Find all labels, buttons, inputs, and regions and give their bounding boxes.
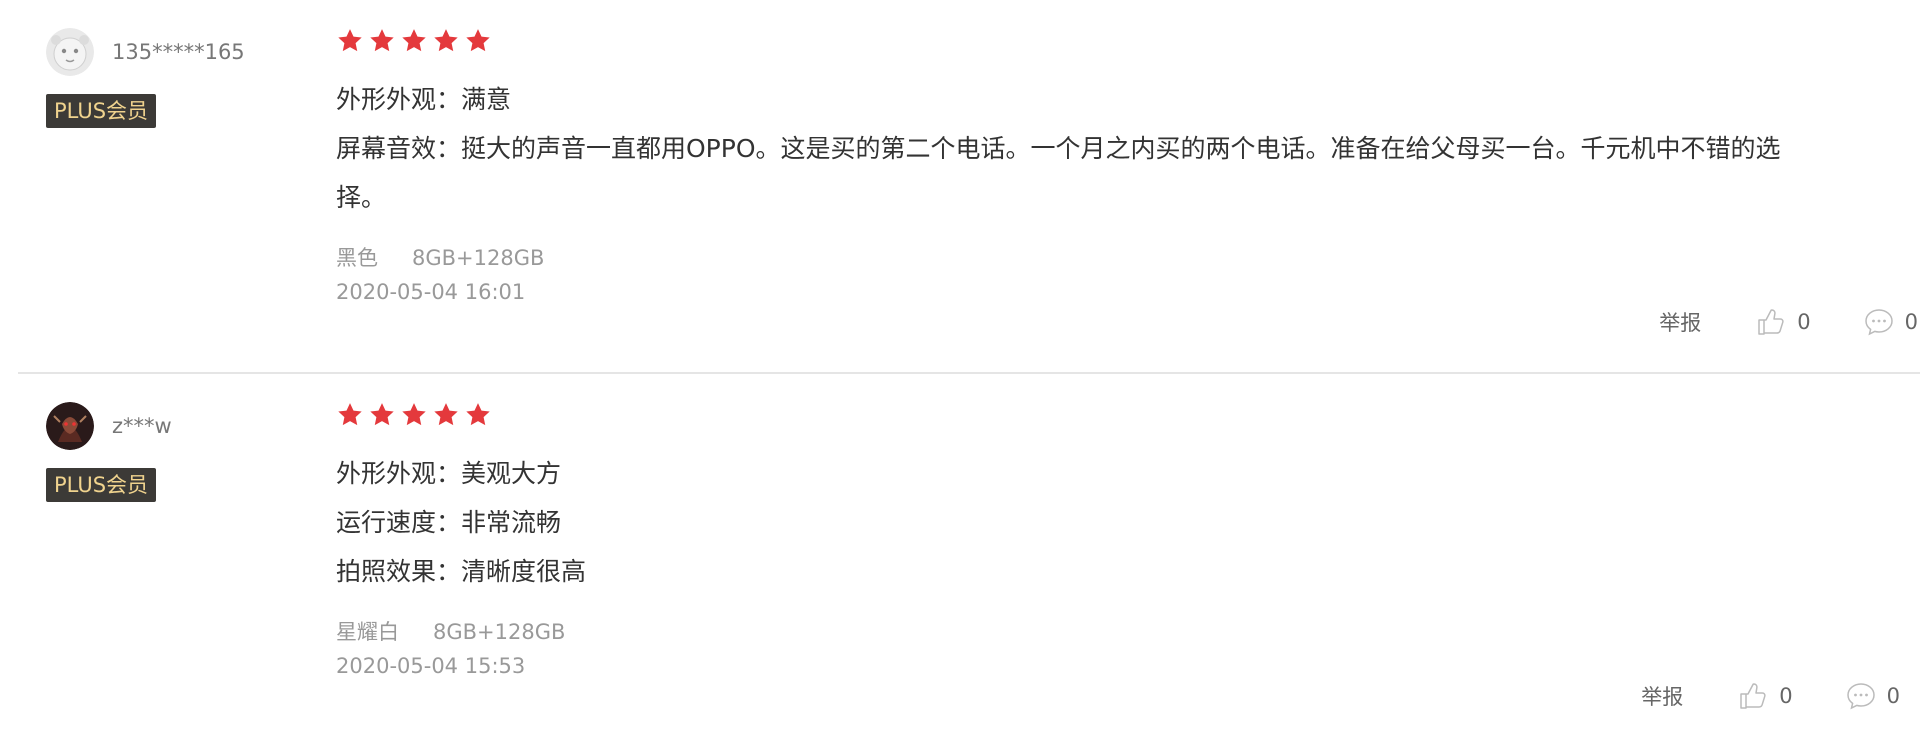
star-icon [432,401,460,429]
sku-spec: 8GB+128GB [433,620,566,644]
review-line: 拍照效果：清晰度很高 [336,557,587,586]
speech-bubble-icon [1863,306,1895,338]
plus-member-badge: PLUS会员 [46,94,157,128]
sku-spec: 8GB+128GB [412,246,545,270]
thumbs-up-icon [1737,680,1769,712]
star-icon [368,401,396,429]
star-icon [464,401,492,429]
product-sku: 星耀白 8GB+128GB [336,616,1896,646]
thumbs-up-icon [1755,306,1787,338]
review-text: 外形外观：满意 屏幕音效：挺大的声音一直都用OPPO。这是买的第二个电话。一个月… [336,75,1896,222]
plus-member-badge: PLUS会员 [46,468,157,502]
like-button[interactable]: 0 [1737,680,1793,712]
star-icon [432,27,460,55]
review-line: 运行速度：非常流畅 [336,508,562,537]
review-item: z***w PLUS会员 外形外观：美观大方 运行速度：非常流畅 拍照效果：清晰… [0,374,1920,730]
username: z***w [112,414,172,438]
comment-count: 0 [1904,310,1918,334]
review-date: 2020-05-04 16:01 [336,280,526,304]
speech-bubble-icon [1845,680,1877,712]
star-icon [368,27,396,55]
review-content: 外形外观：满意 屏幕音效：挺大的声音一直都用OPPO。这是买的第二个电话。一个月… [336,27,1896,304]
review-item: 135*****165 PLUS会员 外形外观：满意 屏幕音效：挺大的声音一直都… [18,0,1920,374]
comment-button[interactable]: 0 [1845,680,1900,712]
like-button[interactable]: 0 [1755,306,1811,338]
review-actions: 举报 0 0 [1641,680,1900,712]
star-rating [336,27,1896,57]
review-text: 外形外观：美观大方 运行速度：非常流畅 拍照效果：清晰度很高 [336,449,1896,596]
review-line: 屏幕音效：挺大的声音一直都用OPPO。这是买的第二个电话。一个月之内买的两个电话… [336,134,1781,163]
avatar[interactable] [46,402,94,450]
comment-count: 0 [1886,684,1900,708]
review-line: 外形外观：美观大方 [336,459,562,488]
report-link[interactable]: 举报 [1659,307,1701,337]
review-content: 外形外观：美观大方 运行速度：非常流畅 拍照效果：清晰度很高 星耀白 8GB+12… [336,401,1896,678]
review-date: 2020-05-04 15:53 [336,654,526,678]
like-count: 0 [1797,310,1811,334]
sku-color: 黑色 [336,246,378,270]
report-link[interactable]: 举报 [1641,681,1683,711]
sku-color: 星耀白 [336,620,399,644]
review-line: 外形外观：满意 [336,85,512,114]
star-rating [336,401,1896,431]
star-icon [400,27,428,55]
like-count: 0 [1779,684,1793,708]
star-icon [336,401,364,429]
review-actions: 举报 0 0 [1659,306,1918,338]
comment-button[interactable]: 0 [1863,306,1918,338]
star-icon [464,27,492,55]
star-icon [336,27,364,55]
product-sku: 黑色 8GB+128GB [336,242,1896,272]
username: 135*****165 [112,40,245,64]
review-line: 择。 [336,183,387,212]
star-icon [400,401,428,429]
avatar[interactable] [46,28,94,76]
